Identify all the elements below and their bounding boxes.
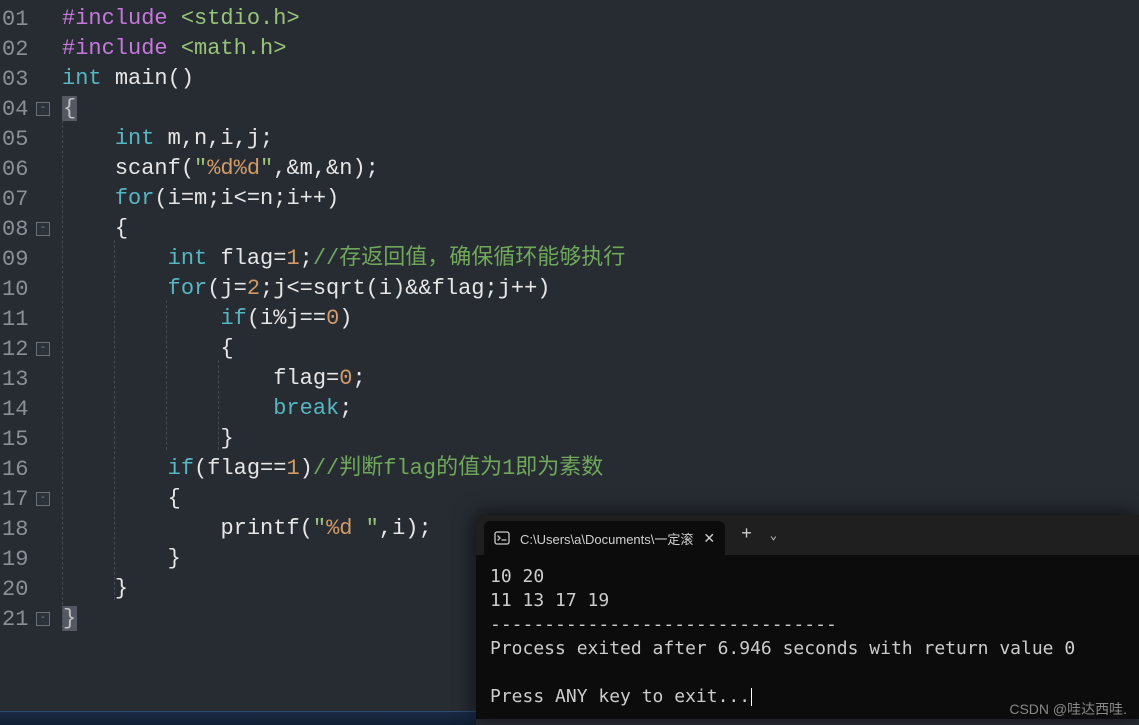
- code-line[interactable]: for(j=2;j<=sqrt(i)&&flag;j++): [62, 274, 625, 304]
- tab-dropdown-icon[interactable]: ⌄: [770, 528, 777, 543]
- lineno: 18: [2, 517, 30, 542]
- lineno: 02: [2, 37, 30, 62]
- new-tab-button[interactable]: +: [741, 525, 752, 545]
- terminal-icon: [494, 530, 510, 546]
- terminal-prompt: Press ANY key to exit...: [490, 686, 750, 707]
- terminal-separator: --------------------------------: [490, 614, 837, 635]
- code-line[interactable]: break;: [62, 394, 625, 424]
- terminal-titlebar[interactable]: C:\Users\a\Documents\一定滚 ✕ + ⌄: [476, 515, 1139, 555]
- lineno: 17: [2, 487, 30, 512]
- fold-toggle-icon[interactable]: -: [36, 492, 50, 506]
- code-line[interactable]: if(i%j==0): [62, 304, 625, 334]
- code-line[interactable]: int flag=1;//存返回值，确保循环能够执行: [62, 244, 625, 274]
- lineno: 05: [2, 127, 30, 152]
- code-line[interactable]: int m,n,i,j;: [62, 124, 625, 154]
- fold-toggle-icon[interactable]: -: [36, 102, 50, 116]
- terminal-exit-message: Process exited after 6.946 seconds with …: [490, 638, 1075, 659]
- lineno: 04: [2, 97, 30, 122]
- lineno: 13: [2, 367, 30, 392]
- lineno: 03: [2, 67, 30, 92]
- code-line[interactable]: scanf("%d%d",&m,&n);: [62, 154, 625, 184]
- watermark: CSDN @哇达西哇.: [1009, 699, 1127, 719]
- gutter: 01 02 03 04- 05 06 07 08- 09 10 11 12- 1…: [0, 0, 54, 725]
- lineno: 21: [2, 607, 30, 632]
- lineno: 12: [2, 337, 30, 362]
- fold-toggle-icon[interactable]: -: [36, 222, 50, 236]
- cursor-icon: [751, 688, 752, 706]
- terminal-input: 10 20: [490, 566, 544, 587]
- lineno: 16: [2, 457, 30, 482]
- terminal-tab[interactable]: C:\Users\a\Documents\一定滚 ✕: [484, 521, 725, 555]
- code-line[interactable]: flag=0;: [62, 364, 625, 394]
- lineno: 19: [2, 547, 30, 572]
- lineno: 14: [2, 397, 30, 422]
- lineno: 07: [2, 187, 30, 212]
- code-line[interactable]: if(flag==1)//判断flag的值为1即为素数: [62, 454, 625, 484]
- lineno: 01: [2, 7, 30, 32]
- code-line[interactable]: {: [62, 94, 625, 124]
- terminal-output: 11 13 17 19: [490, 590, 609, 611]
- lineno: 06: [2, 157, 30, 182]
- lineno: 10: [2, 277, 30, 302]
- lineno: 11: [2, 307, 30, 332]
- code-line[interactable]: {: [62, 334, 625, 364]
- code-line[interactable]: #include <math.h>: [62, 34, 625, 64]
- close-tab-icon[interactable]: ✕: [703, 530, 715, 547]
- code-line[interactable]: int main(): [62, 64, 625, 94]
- lineno: 20: [2, 577, 30, 602]
- lineno: 08: [2, 217, 30, 242]
- code-line[interactable]: for(i=m;i<=n;i++): [62, 184, 625, 214]
- fold-toggle-icon[interactable]: -: [36, 612, 50, 626]
- code-line[interactable]: {: [62, 484, 625, 514]
- code-line[interactable]: }: [62, 424, 625, 454]
- lineno: 15: [2, 427, 30, 452]
- terminal-window[interactable]: C:\Users\a\Documents\一定滚 ✕ + ⌄ 10 20 11 …: [476, 515, 1139, 719]
- terminal-body[interactable]: 10 20 11 13 17 19 ----------------------…: [476, 555, 1139, 719]
- code-line[interactable]: #include <stdio.h>: [62, 4, 625, 34]
- status-bar: [0, 711, 476, 725]
- lineno: 09: [2, 247, 30, 272]
- code-line[interactable]: {: [62, 214, 625, 244]
- terminal-tab-title: C:\Users\a\Documents\一定滚: [520, 529, 693, 548]
- fold-toggle-icon[interactable]: -: [36, 342, 50, 356]
